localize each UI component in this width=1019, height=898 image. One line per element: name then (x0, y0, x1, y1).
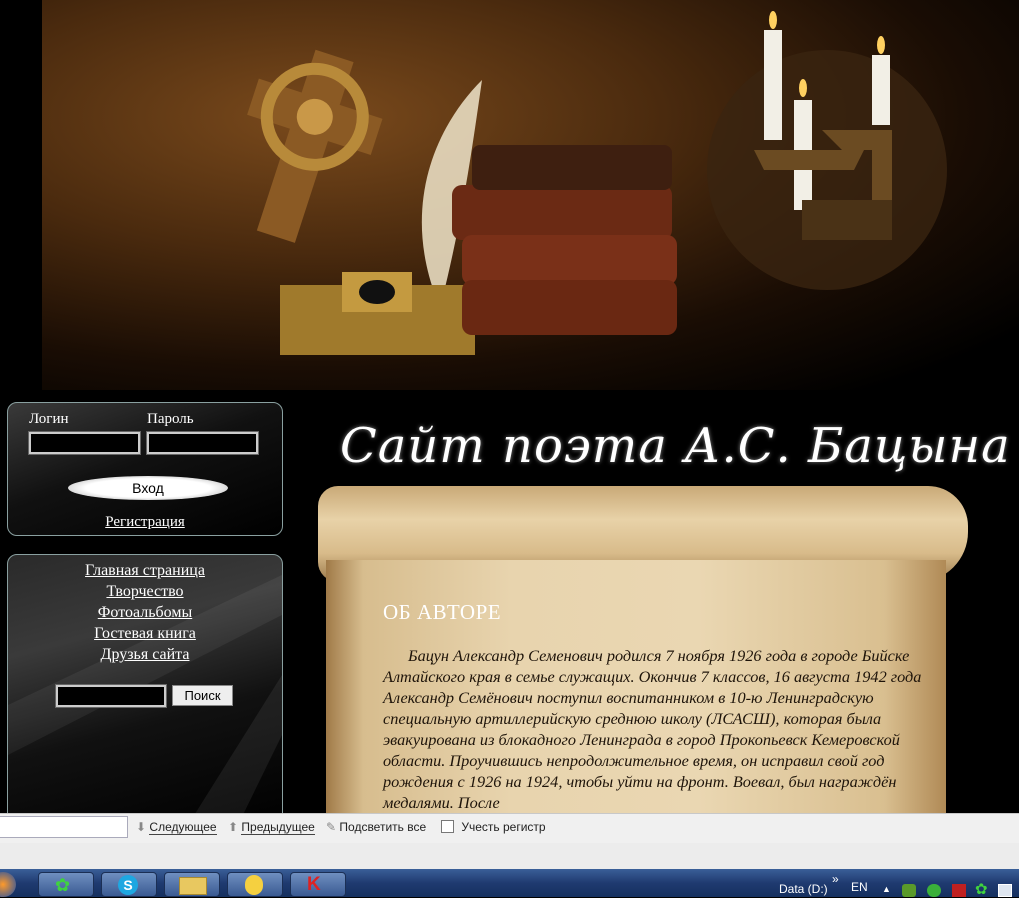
nav-item-friends[interactable]: Друзья сайта (7, 646, 283, 664)
search-button[interactable]: Поиск (172, 685, 233, 706)
login-label: Логин (29, 411, 69, 427)
chevron-icon[interactable]: » (832, 872, 839, 886)
taskbar-messenger-button[interactable] (227, 872, 283, 897)
login-button[interactable]: Вход (68, 476, 228, 500)
kaspersky-icon: K (307, 874, 321, 895)
icq-flower-icon: ✿ (55, 875, 71, 895)
taskbar-skype-button[interactable]: S (101, 872, 157, 897)
tray-icq-icon[interactable]: ✿ (975, 883, 988, 898)
password-input[interactable] (146, 431, 259, 455)
match-case-option[interactable]: Учесть регистр (441, 820, 546, 834)
tray-app-icon[interactable] (902, 884, 916, 897)
search-input[interactable] (55, 684, 167, 708)
pencil-icon: ✎ (326, 820, 337, 834)
match-case-label: Учесть регистр (461, 820, 546, 834)
match-case-checkbox[interactable] (441, 820, 454, 833)
smiley-icon (245, 875, 263, 895)
language-indicator[interactable]: EN (851, 880, 868, 894)
find-next-button[interactable]: ⬇ Следующее (136, 820, 217, 835)
nav-item-photo-albums[interactable]: Фотоальбомы (7, 604, 283, 622)
arrow-down-icon: ⬇ (136, 820, 147, 834)
taskbar-icq-button[interactable]: ✿ (38, 872, 94, 897)
bio-text: Бацун Александр Семенович родился 7 нояб… (383, 646, 922, 812)
arrow-up-icon: ⬆ (228, 820, 239, 834)
banner-illustration (247, 11, 947, 355)
section-heading: ОБ АВТОРЕ (383, 600, 502, 624)
highlight-all-label: Подсветить все (339, 820, 427, 834)
tray-check-icon[interactable] (927, 884, 941, 897)
site-title: Сайт поэта А.С. Бацына (340, 418, 1011, 474)
login-input[interactable] (28, 431, 141, 455)
tray-up-arrow-icon[interactable]: ▲ (882, 884, 891, 894)
register-link[interactable]: Регистрация (7, 514, 283, 531)
find-prev-button[interactable]: ⬆ Предыдущее (228, 820, 315, 835)
taskbar-kaspersky-button[interactable]: K (290, 872, 346, 897)
find-next-label: Следующее (149, 820, 217, 835)
skype-icon: S (118, 875, 138, 895)
tray-kaspersky-icon[interactable] (952, 884, 966, 897)
taskbar-explorer-button[interactable] (164, 872, 220, 897)
nav-item-guestbook[interactable]: Гостевая книга (7, 625, 283, 643)
highlight-all-button[interactable]: ✎ Подсветить все (326, 820, 426, 834)
tray-network-icon[interactable] (998, 884, 1012, 897)
nav-item-home[interactable]: Главная страница (7, 562, 283, 580)
drive-label[interactable]: Data (D:) (779, 882, 828, 896)
nav-item-works[interactable]: Творчество (7, 583, 283, 601)
folder-icon (179, 877, 207, 895)
password-label: Пароль (147, 411, 194, 427)
header-banner (42, 0, 1019, 390)
find-input[interactable] (0, 816, 128, 838)
find-prev-label: Предыдущее (241, 820, 315, 835)
status-strip (0, 843, 1019, 869)
